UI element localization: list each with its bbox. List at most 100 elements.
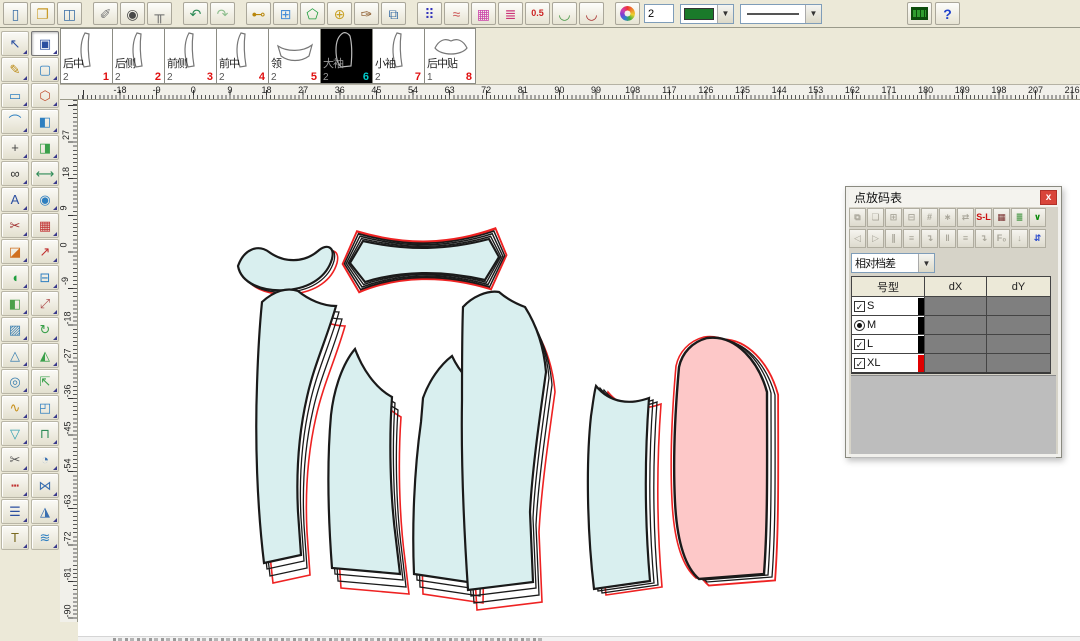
size-radio[interactable] [854, 320, 865, 331]
sidebar-tool-button[interactable]: A [1, 187, 29, 212]
dialog-toolbar-button[interactable]: ▦ [993, 208, 1010, 227]
sidebar-tool-button[interactable]: ◭ [31, 343, 59, 368]
sidebar-tool-button[interactable]: ⊟ [31, 265, 59, 290]
toolbar-button[interactable]: ≣ [498, 2, 523, 25]
sidebar-tool-button[interactable]: △ [1, 343, 29, 368]
toolbar-button[interactable]: ⧉ [381, 2, 406, 25]
toolbar-button[interactable] [408, 2, 415, 25]
toolbar-button[interactable]: ◡ [552, 2, 577, 25]
sidebar-tool-button[interactable]: ⋈ [31, 473, 59, 498]
size-color-swatch[interactable] [918, 355, 924, 372]
sidebar-tool-button[interactable]: ⌒ [1, 109, 29, 134]
piece-strip-cell[interactable]: 前中 2 4 [216, 28, 268, 84]
toolbar-button[interactable]: ↶ [183, 2, 208, 25]
dy-cell[interactable] [987, 335, 1050, 353]
dialog-toolbar-button[interactable]: ‖ [939, 229, 956, 248]
close-icon[interactable]: x [1040, 190, 1057, 205]
piece-strip-cell[interactable]: 后中贴 1 8 [424, 28, 476, 84]
toolbar-button[interactable]: ⊕ [327, 2, 352, 25]
toolbar-button[interactable]: ✐ [93, 2, 118, 25]
toolbar-button[interactable]: ◉ [120, 2, 145, 25]
sidebar-tool-button[interactable]: ◖ [1, 265, 29, 290]
sidebar-tool-button[interactable]: ◉ [31, 187, 59, 212]
piece-strip-cell[interactable]: 大袖 2 6 [320, 28, 372, 84]
toolbar-button[interactable]: ❐ [30, 2, 55, 25]
help-button[interactable]: ? [935, 2, 960, 25]
sidebar-tool-button[interactable]: ⟷ [31, 161, 59, 186]
chevron-down-icon[interactable]: ▼ [918, 254, 934, 272]
sidebar-tool-button[interactable]: T [1, 525, 29, 550]
toolbar-button[interactable] [615, 2, 640, 25]
toolbar-button[interactable]: ⊞ [273, 2, 298, 25]
piece-strip-cell[interactable]: 领 2 5 [268, 28, 320, 84]
sidebar-tool-button[interactable]: ▭ [1, 83, 29, 108]
sidebar-tool-button[interactable]: ◮ [31, 499, 59, 524]
sidebar-tool-button[interactable]: ▣ [31, 31, 59, 56]
sidebar-tool-button[interactable]: ✂ [1, 213, 29, 238]
film-button[interactable] [907, 2, 932, 25]
sidebar-tool-button[interactable]: ▽ [1, 421, 29, 446]
dx-cell[interactable] [925, 354, 987, 372]
dialog-toolbar-button[interactable]: ▷ [867, 229, 884, 248]
dialog-toolbar-button[interactable]: ⊞ [885, 208, 902, 227]
toolbar-button[interactable] [174, 2, 181, 25]
dx-cell[interactable] [925, 297, 987, 315]
line-width-input[interactable] [644, 4, 674, 23]
size-label-cell[interactable]: ✓ S [852, 297, 925, 315]
dialog-toolbar-button[interactable]: ≣ [1011, 208, 1028, 227]
toolbar-button[interactable]: ⬠ [300, 2, 325, 25]
piece-back-side[interactable] [328, 349, 409, 594]
sidebar-tool-button[interactable]: ✂ [1, 447, 29, 472]
sidebar-tool-button[interactable]: ◔ [31, 447, 59, 472]
toolbar-button[interactable]: 0.5 [525, 2, 550, 25]
dialog-toolbar-button[interactable]: ↴ [975, 229, 992, 248]
sidebar-tool-button[interactable]: ≋ [31, 525, 59, 550]
piece-front-center[interactable] [462, 292, 555, 610]
dialog-toolbar-button[interactable]: ◁ [849, 229, 866, 248]
sidebar-tool-button[interactable]: ┅ [1, 473, 29, 498]
sidebar-tool-button[interactable]: ⤢ [31, 291, 59, 316]
toolbar-button[interactable]: ╥ [147, 2, 172, 25]
size-color-swatch[interactable] [918, 317, 924, 334]
sidebar-tool-button[interactable]: ✎ [1, 57, 29, 82]
toolbar-button[interactable]: ▯ [3, 2, 28, 25]
dialog-toolbar-button[interactable]: ⇵ [1029, 229, 1046, 248]
dialog-toolbar-button[interactable]: ↓ [1011, 229, 1028, 248]
dialog-toolbar-button[interactable]: F₀ [993, 229, 1010, 248]
sidebar-tool-button[interactable]: ◨ [31, 135, 59, 160]
piece-collar[interactable] [238, 247, 338, 294]
dialog-toolbar-button[interactable]: ❏ [867, 208, 884, 227]
size-label-cell[interactable]: M [852, 316, 925, 334]
dialog-toolbar-button[interactable]: ⇄ [957, 208, 974, 227]
size-checkbox[interactable]: ✓ [854, 339, 865, 350]
piece-back-yoke[interactable] [343, 228, 507, 292]
sidebar-tool-button[interactable]: ⊓ [31, 421, 59, 446]
sidebar-tool-button[interactable]: ∿ [1, 395, 29, 420]
sidebar-tool-button[interactable]: + [1, 135, 29, 160]
toolbar-button[interactable]: ◡ [579, 2, 604, 25]
dy-cell[interactable] [987, 297, 1050, 315]
dialog-toolbar-button[interactable]: ↴ [921, 229, 938, 248]
piece-strip-cell[interactable]: 前侧 2 3 [164, 28, 216, 84]
size-checkbox[interactable]: ✓ [854, 358, 865, 369]
size-color-swatch[interactable] [918, 336, 924, 353]
piece-strip-cell[interactable]: 后侧 2 2 [112, 28, 164, 84]
sidebar-tool-button[interactable]: ▨ [1, 317, 29, 342]
toolbar-button[interactable] [84, 2, 91, 25]
size-checkbox[interactable]: ✓ [854, 301, 865, 312]
dialog-toolbar-button[interactable]: ⊟ [903, 208, 920, 227]
sidebar-tool-button[interactable]: ∞ [1, 161, 29, 186]
dy-cell[interactable] [987, 354, 1050, 372]
chevron-down-icon[interactable]: ▼ [717, 5, 733, 23]
sidebar-tool-button[interactable]: ◪ [1, 239, 29, 264]
piece-big-sleeve-selected[interactable] [671, 337, 778, 586]
toolbar-button[interactable] [606, 2, 613, 25]
piece-small-sleeve[interactable] [588, 386, 662, 595]
sidebar-tool-button[interactable]: ↻ [31, 317, 59, 342]
piece-strip-cell[interactable]: 小袖 2 7 [372, 28, 424, 84]
dx-cell[interactable] [925, 316, 987, 334]
sidebar-tool-button[interactable]: ◰ [31, 395, 59, 420]
sidebar-tool-button[interactable]: ☰ [1, 499, 29, 524]
dialog-titlebar[interactable]: 点放码表 x [846, 187, 1061, 207]
dialog-toolbar-button[interactable]: S-L [975, 208, 992, 227]
